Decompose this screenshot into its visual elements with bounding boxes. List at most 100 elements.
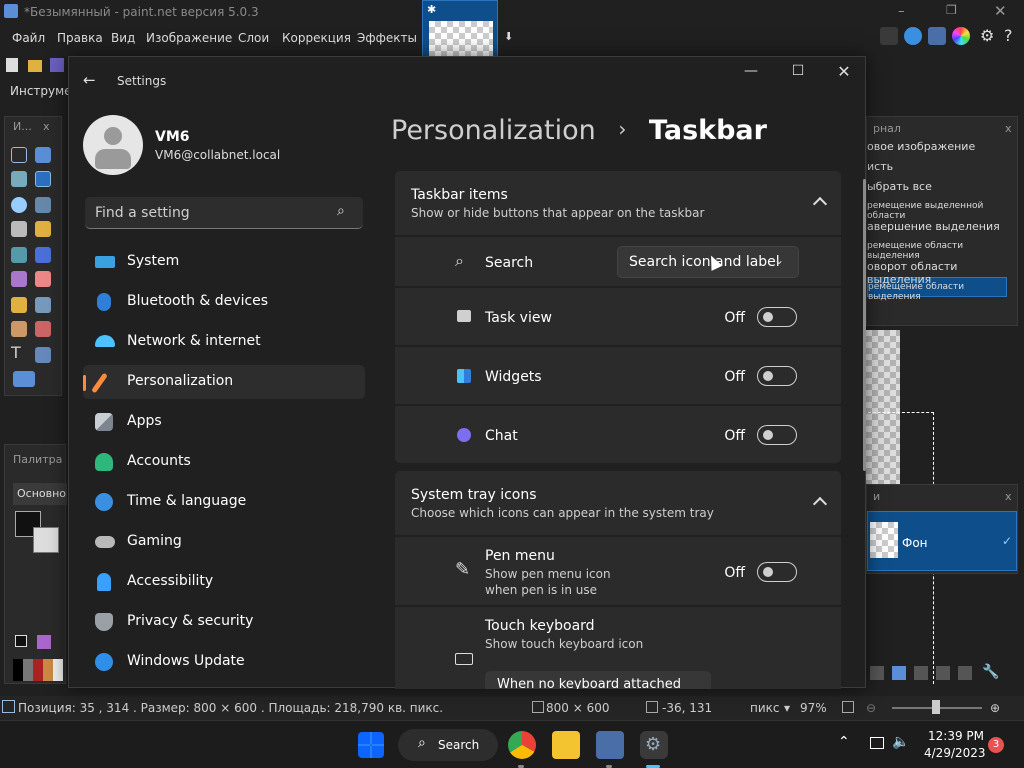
layers-window-icon[interactable] xyxy=(928,27,946,45)
history-item[interactable]: ремещение области выделения xyxy=(867,237,1007,261)
magic-wand-icon[interactable] xyxy=(11,221,27,237)
ellipse-select-icon[interactable] xyxy=(11,197,27,213)
gradient-icon[interactable] xyxy=(35,247,51,263)
chrome-icon[interactable] xyxy=(508,731,536,759)
task-view-toggle[interactable] xyxy=(757,307,797,327)
taskbar-search-button[interactable]: ⌕ Search xyxy=(398,729,498,761)
zoom-in-icon[interactable]: ⊕ xyxy=(990,701,1000,715)
layer-properties-icon[interactable]: 🔧 xyxy=(982,664,999,680)
system-tray-header[interactable]: System tray icons Choose which icons can… xyxy=(395,471,841,535)
palette-mode-select[interactable]: Основно xyxy=(13,483,67,505)
eraser-icon[interactable] xyxy=(35,271,51,287)
layers-close-icon[interactable]: x xyxy=(1005,490,1012,503)
history-item[interactable]: овое изображение xyxy=(867,137,1007,157)
duplicate-layer-icon[interactable] xyxy=(892,666,906,680)
new-file-icon[interactable] xyxy=(6,58,18,72)
clock-date[interactable]: 4/29/2023 xyxy=(924,746,986,760)
rect-select-icon[interactable] xyxy=(11,147,27,163)
menu-edit[interactable]: Правка xyxy=(57,31,103,45)
layer-row[interactable]: Фон ✓ xyxy=(867,511,1017,571)
pencil-icon[interactable] xyxy=(11,297,27,313)
sidebar-item-accounts[interactable]: Accounts xyxy=(83,445,365,479)
pan-icon[interactable] xyxy=(35,221,51,237)
palette-menu-icon[interactable] xyxy=(37,635,51,649)
move-selection-icon[interactable] xyxy=(35,147,51,163)
maximize-icon[interactable]: ☐ xyxy=(786,63,810,83)
menu-effects[interactable]: Эффекты xyxy=(357,31,417,45)
history-item[interactable]: оворот области выделения xyxy=(867,257,1007,286)
sidebar-item-network[interactable]: Network & internet xyxy=(83,325,365,359)
menu-image[interactable]: Изображение xyxy=(146,31,232,45)
file-explorer-icon[interactable] xyxy=(552,731,580,759)
chevron-up-icon[interactable] xyxy=(812,196,828,212)
start-icon[interactable] xyxy=(358,732,384,758)
volume-icon[interactable]: 🔈 xyxy=(892,734,909,750)
clock-time[interactable]: 12:39 PM xyxy=(928,729,984,743)
text-tool-icon[interactable]: T xyxy=(11,343,21,362)
history-item[interactable]: авершение выделения xyxy=(867,217,1007,237)
pen-menu-toggle[interactable] xyxy=(757,562,797,582)
move-layer-up-icon[interactable] xyxy=(936,666,950,680)
open-file-icon[interactable] xyxy=(28,60,42,72)
history-close-icon[interactable]: x xyxy=(1005,122,1012,135)
move-layer-down-icon[interactable] xyxy=(958,666,972,680)
zoom-fit-icon[interactable] xyxy=(842,701,854,713)
history-item[interactable]: исть xyxy=(867,157,1007,177)
restore-icon[interactable]: ❐ xyxy=(946,3,957,17)
sidebar-item-accessibility[interactable]: Accessibility xyxy=(83,565,365,599)
secondary-color-swatch[interactable] xyxy=(33,527,59,553)
sidebar-item-personalization[interactable]: Personalization xyxy=(83,365,365,399)
avatar[interactable] xyxy=(83,115,143,175)
zoom-out-icon[interactable]: ⊖ xyxy=(866,701,876,715)
lasso-icon[interactable] xyxy=(11,171,27,187)
zoom-slider-thumb[interactable] xyxy=(932,700,940,714)
paint-bucket-icon[interactable] xyxy=(11,247,27,263)
menu-view[interactable]: Вид xyxy=(111,31,135,45)
find-setting-input[interactable]: Find a setting ⌕ xyxy=(85,197,363,229)
history-item[interactable]: ремещение выделенной области xyxy=(867,197,1007,221)
sidebar-item-system[interactable]: System xyxy=(83,245,365,279)
line-tool-icon[interactable] xyxy=(35,347,51,363)
sidebar-item-windows-update[interactable]: Windows Update xyxy=(83,645,365,679)
tools-close-icon[interactable]: x xyxy=(43,120,50,133)
touch-keyboard-dropdown[interactable]: When no keyboard attached xyxy=(485,671,711,689)
close-icon[interactable]: ✕ xyxy=(994,2,1007,20)
tools-window-icon[interactable] xyxy=(880,27,898,45)
network-icon[interactable] xyxy=(870,737,884,749)
save-file-icon[interactable] xyxy=(50,58,64,72)
image-tab-thumbnail[interactable]: ✱ xyxy=(422,0,498,60)
history-window-icon[interactable] xyxy=(904,27,922,45)
chevron-up-icon[interactable] xyxy=(812,496,828,512)
sidebar-item-bluetooth[interactable]: Bluetooth & devices xyxy=(83,285,365,319)
taskbar-items-header[interactable]: Taskbar items Show or hide buttons that … xyxy=(395,171,841,235)
status-unit[interactable]: пикс xyxy=(750,701,780,715)
add-layer-icon[interactable] xyxy=(870,666,884,680)
zoom-icon[interactable] xyxy=(35,197,51,213)
shapes-icon[interactable] xyxy=(13,371,35,387)
chat-toggle[interactable] xyxy=(757,425,797,445)
widgets-toggle[interactable] xyxy=(757,366,797,386)
move-selected-icon[interactable] xyxy=(35,171,51,187)
menu-layers[interactable]: Слои xyxy=(238,31,269,45)
chevron-up-icon[interactable]: ⌃ xyxy=(838,734,850,750)
back-arrow-icon[interactable]: ← xyxy=(83,71,96,89)
history-item[interactable]: ыбрать все xyxy=(867,177,1007,197)
settings-icon[interactable]: ⚙ xyxy=(980,26,994,45)
breadcrumb-parent[interactable]: Personalization xyxy=(391,115,596,146)
sidebar-item-time-language[interactable]: Time & language xyxy=(83,485,365,519)
add-color-icon[interactable] xyxy=(15,635,27,647)
layer-visible-check-icon[interactable]: ✓ xyxy=(1002,534,1012,548)
close-icon[interactable]: ✕ xyxy=(832,62,856,82)
merge-layer-icon[interactable] xyxy=(914,666,928,680)
recolor-icon[interactable] xyxy=(35,321,51,337)
menu-adjustments[interactable]: Коррекция xyxy=(282,31,351,45)
sidebar-item-privacy-security[interactable]: Privacy & security xyxy=(83,605,365,639)
sidebar-item-gaming[interactable]: Gaming xyxy=(83,525,365,559)
scrollbar-thumb[interactable] xyxy=(863,179,866,471)
clone-stamp-icon[interactable] xyxy=(11,321,27,337)
settings-taskbar-icon[interactable]: ⚙ xyxy=(640,731,668,759)
palette-swatches[interactable] xyxy=(13,659,63,681)
sidebar-item-apps[interactable]: Apps xyxy=(83,405,365,439)
help-icon[interactable]: ? xyxy=(1004,26,1013,45)
minimize-icon[interactable]: — xyxy=(739,63,763,83)
